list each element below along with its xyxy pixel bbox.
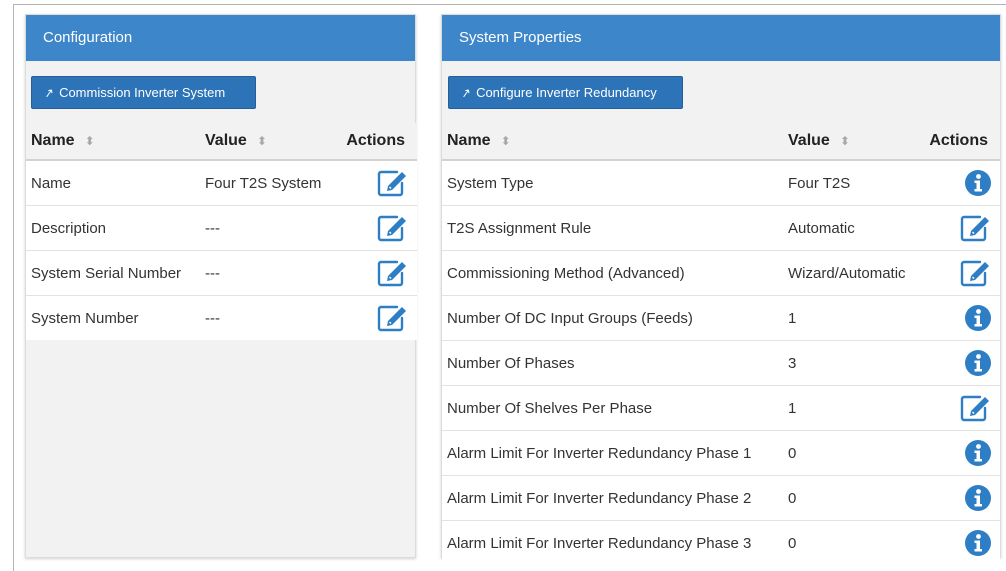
sort-icon[interactable]: ⬍ [85, 134, 95, 148]
row-name: Name [26, 159, 200, 206]
magic-wand-icon: ↗ [42, 85, 56, 101]
table-row: Description --- [26, 205, 417, 251]
edit-icon[interactable] [377, 215, 409, 242]
table-row: System Serial Number --- [26, 250, 417, 296]
row-value: Automatic [783, 205, 923, 251]
configure-inverter-redundancy-button[interactable]: ↗ Configure Inverter Redundancy [448, 76, 683, 109]
row-value: Four T2S System [200, 159, 340, 206]
row-value: 0 [783, 430, 923, 476]
info-icon[interactable] [964, 170, 992, 196]
system-properties-table: Name ⬍ Value ⬍ Actions System Type Four T2S… [442, 123, 1000, 565]
row-name: T2S Assignment Rule [442, 205, 783, 251]
system-properties-table-header: Name ⬍ Value ⬍ Actions [442, 123, 1000, 161]
row-value: 1 [783, 385, 923, 431]
row-name: Number Of Phases [442, 340, 783, 386]
row-name: Alarm Limit For Inverter Redundancy Phas… [442, 475, 783, 521]
commission-inverter-system-button[interactable]: ↗ Commission Inverter System [31, 76, 256, 109]
column-header-value[interactable]: Value ⬍ [200, 123, 340, 161]
sort-icon[interactable]: ⬍ [501, 134, 511, 148]
column-header-actions: Actions [340, 123, 417, 161]
row-name: Number Of DC Input Groups (Feeds) [442, 295, 783, 341]
table-row: Commissioning Method (Advanced) Wizard/Au… [442, 250, 1000, 296]
configuration-panel: Configuration ↗ Commission Inverter Syste… [25, 14, 417, 558]
row-name: Commissioning Method (Advanced) [442, 250, 783, 296]
table-row: Number Of Shelves Per Phase 1 [442, 385, 1000, 431]
row-value: Wizard/Automatic [783, 250, 923, 296]
configuration-table: Name ⬍ Value ⬍ Actions Name Four T2S System… [26, 123, 417, 340]
magic-wand-icon: ↗ [459, 85, 473, 101]
info-icon[interactable] [964, 350, 992, 376]
edit-icon[interactable] [960, 260, 992, 287]
row-actions [340, 250, 417, 296]
edit-icon[interactable] [377, 170, 409, 197]
system-properties-panel: System Properties ↗ Configure Inverter Re… [441, 14, 1001, 565]
row-name: Alarm Limit For Inverter Redundancy Phas… [442, 520, 783, 565]
window-border-left [13, 4, 14, 571]
configuration-panel-title: Configuration [26, 15, 415, 61]
column-header-value[interactable]: Value ⬍ [783, 123, 923, 161]
sort-icon[interactable]: ⬍ [840, 134, 850, 148]
system-properties-table-body: System Type Four T2S T2S Assignment Rule Au… [442, 159, 1000, 565]
row-actions [340, 295, 417, 340]
row-actions [923, 430, 1000, 476]
table-row: System Number --- [26, 295, 417, 340]
row-value: --- [200, 295, 340, 340]
column-header-name[interactable]: Name ⬍ [26, 123, 200, 161]
system-properties-toolbar: ↗ Configure Inverter Redundancy [442, 61, 1000, 123]
info-icon[interactable] [964, 485, 992, 511]
row-value: Four T2S [783, 159, 923, 206]
row-name: System Type [442, 159, 783, 206]
row-actions [923, 475, 1000, 521]
info-icon[interactable] [964, 305, 992, 331]
table-row: Number Of DC Input Groups (Feeds) 1 [442, 295, 1000, 341]
row-value: 3 [783, 340, 923, 386]
configuration-toolbar: ↗ Commission Inverter System [26, 61, 415, 123]
sort-icon[interactable]: ⬍ [257, 134, 267, 148]
edit-icon[interactable] [377, 260, 409, 287]
table-row: Alarm Limit For Inverter Redundancy Phas… [442, 430, 1000, 476]
system-properties-panel-title: System Properties [442, 15, 1000, 61]
row-name: Description [26, 205, 200, 251]
column-header-name[interactable]: Name ⬍ [442, 123, 783, 161]
table-row: T2S Assignment Rule Automatic [442, 205, 1000, 251]
row-actions [923, 295, 1000, 341]
row-value: 1 [783, 295, 923, 341]
table-row: Number Of Phases 3 [442, 340, 1000, 386]
row-name: System Number [26, 295, 200, 340]
row-value: 0 [783, 475, 923, 521]
row-value: --- [200, 205, 340, 251]
column-header-actions: Actions [923, 123, 1000, 161]
row-actions [340, 205, 417, 251]
window-border-top [14, 4, 1006, 5]
row-value: --- [200, 250, 340, 296]
configuration-table-body: Name Four T2S System Description --- System … [26, 159, 417, 340]
configure-button-label: Configure Inverter Redundancy [476, 85, 657, 100]
table-row: Alarm Limit For Inverter Redundancy Phas… [442, 475, 1000, 521]
row-actions [923, 385, 1000, 431]
commission-button-label: Commission Inverter System [59, 85, 226, 100]
row-actions [923, 250, 1000, 296]
row-actions [923, 520, 1000, 565]
table-row: Name Four T2S System [26, 159, 417, 206]
row-value: 0 [783, 520, 923, 565]
row-actions [923, 340, 1000, 386]
row-actions [340, 159, 417, 206]
configuration-table-header: Name ⬍ Value ⬍ Actions [26, 123, 417, 161]
info-icon[interactable] [964, 440, 992, 466]
table-row: System Type Four T2S [442, 159, 1000, 206]
row-actions [923, 159, 1000, 206]
row-name: Number Of Shelves Per Phase [442, 385, 783, 431]
edit-icon[interactable] [377, 305, 409, 332]
row-name: Alarm Limit For Inverter Redundancy Phas… [442, 430, 783, 476]
row-actions [923, 205, 1000, 251]
table-row: Alarm Limit For Inverter Redundancy Phas… [442, 520, 1000, 565]
info-icon[interactable] [964, 530, 992, 556]
edit-icon[interactable] [960, 395, 992, 422]
row-name: System Serial Number [26, 250, 200, 296]
edit-icon[interactable] [960, 215, 992, 242]
